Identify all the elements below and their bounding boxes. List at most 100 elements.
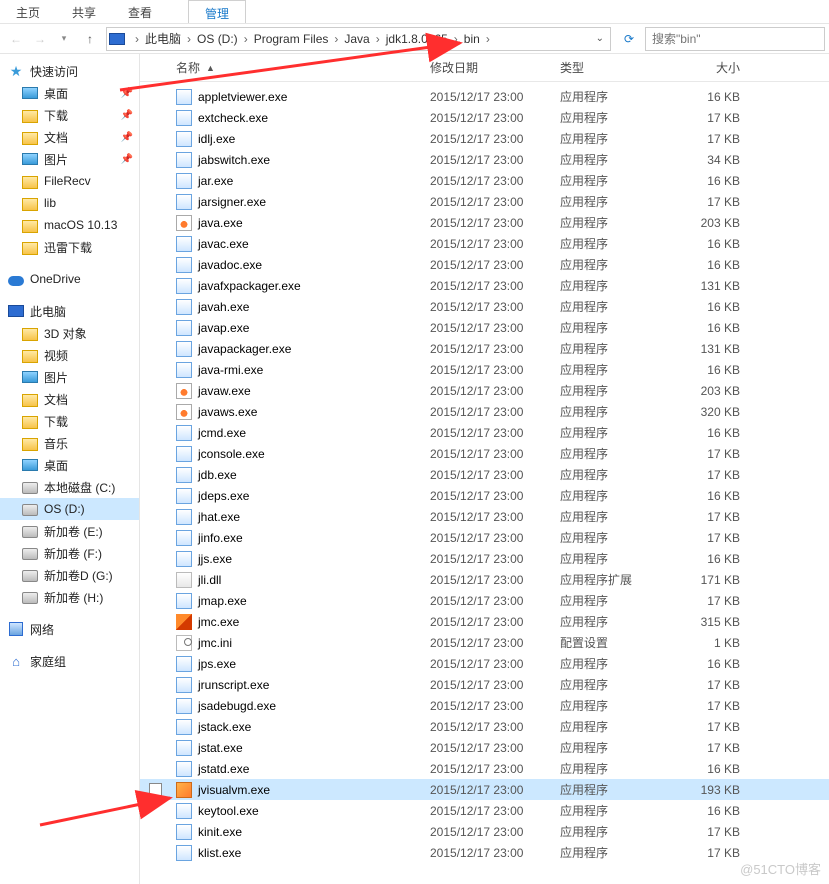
sidebar-item[interactable]: 新加卷 (E:) xyxy=(0,520,139,542)
file-row[interactable]: javadoc.exe2015/12/17 23:00应用程序16 KB xyxy=(140,254,829,275)
column-type[interactable]: 类型 xyxy=(560,59,670,76)
file-row[interactable]: javapackager.exe2015/12/17 23:00应用程序131 … xyxy=(140,338,829,359)
file-row[interactable]: kinit.exe2015/12/17 23:00应用程序17 KB xyxy=(140,821,829,842)
file-row[interactable]: javac.exe2015/12/17 23:00应用程序16 KB xyxy=(140,233,829,254)
file-row[interactable]: javaw.exe2015/12/17 23:00应用程序203 KB xyxy=(140,380,829,401)
column-size[interactable]: 大小 xyxy=(670,59,780,76)
tab-share[interactable]: 共享 xyxy=(56,0,112,23)
chevron-right-icon[interactable]: › xyxy=(372,32,384,46)
breadcrumb[interactable]: › 此电脑 › OS (D:)›Program Files›Java›jdk1.… xyxy=(106,27,611,51)
chevron-right-icon[interactable]: › xyxy=(482,32,494,46)
chevron-right-icon[interactable]: › xyxy=(240,32,252,46)
column-date[interactable]: 修改日期 xyxy=(430,59,560,76)
chevron-right-icon[interactable]: › xyxy=(450,32,462,46)
file-row[interactable]: jstatd.exe2015/12/17 23:00应用程序16 KB xyxy=(140,758,829,779)
sidebar-item[interactable]: 新加卷 (F:) xyxy=(0,542,139,564)
recent-dropdown[interactable]: ▾ xyxy=(52,27,76,51)
sidebar-item[interactable]: macOS 10.13 xyxy=(0,214,139,236)
search-input[interactable] xyxy=(652,32,818,46)
crumb-item[interactable]: jdk1.8.0_65 xyxy=(384,32,450,46)
sidebar-item[interactable]: 下载📌 xyxy=(0,104,139,126)
crumb-item[interactable]: Java xyxy=(342,32,371,46)
file-name: jps.exe xyxy=(198,657,236,671)
file-row[interactable]: jstack.exe2015/12/17 23:00应用程序17 KB xyxy=(140,716,829,737)
sidebar-network[interactable]: 网络 xyxy=(0,618,139,640)
file-row[interactable]: idlj.exe2015/12/17 23:00应用程序17 KB xyxy=(140,128,829,149)
file-row[interactable]: jvisualvm.exe2015/12/17 23:00应用程序193 KB xyxy=(140,779,829,800)
sidebar-onedrive[interactable]: OneDrive xyxy=(0,268,139,290)
sidebar-item[interactable]: lib xyxy=(0,192,139,214)
file-row[interactable]: javap.exe2015/12/17 23:00应用程序16 KB xyxy=(140,317,829,338)
file-row[interactable]: jmap.exe2015/12/17 23:00应用程序17 KB xyxy=(140,590,829,611)
column-name[interactable]: 名称▲ xyxy=(170,59,430,76)
sidebar-item[interactable]: 视频 xyxy=(0,344,139,366)
sidebar-quick-access[interactable]: ★ 快速访问 xyxy=(0,60,139,82)
sidebar-item[interactable]: 桌面📌 xyxy=(0,82,139,104)
file-row[interactable]: jar.exe2015/12/17 23:00应用程序16 KB xyxy=(140,170,829,191)
sidebar-item[interactable]: 图片 xyxy=(0,366,139,388)
file-row[interactable]: jabswitch.exe2015/12/17 23:00应用程序34 KB xyxy=(140,149,829,170)
file-row[interactable]: javah.exe2015/12/17 23:00应用程序16 KB xyxy=(140,296,829,317)
file-row[interactable]: keytool.exe2015/12/17 23:00应用程序16 KB xyxy=(140,800,829,821)
file-row[interactable]: jdb.exe2015/12/17 23:00应用程序17 KB xyxy=(140,464,829,485)
chevron-right-icon[interactable]: › xyxy=(330,32,342,46)
sidebar-item[interactable]: 文档 xyxy=(0,388,139,410)
up-button[interactable]: ↑ xyxy=(78,27,102,51)
file-row[interactable]: jdeps.exe2015/12/17 23:00应用程序16 KB xyxy=(140,485,829,506)
file-row[interactable]: klist.exe2015/12/17 23:00应用程序17 KB xyxy=(140,842,829,863)
file-row[interactable]: jli.dll2015/12/17 23:00应用程序扩展171 KB xyxy=(140,569,829,590)
sidebar-item[interactable]: FileRecv xyxy=(0,170,139,192)
file-row[interactable]: jcmd.exe2015/12/17 23:00应用程序16 KB xyxy=(140,422,829,443)
crumb-item[interactable]: OS (D:) xyxy=(195,32,240,46)
sidebar-item[interactable]: 桌面 xyxy=(0,454,139,476)
file-row[interactable]: javafxpackager.exe2015/12/17 23:00应用程序13… xyxy=(140,275,829,296)
tab-home[interactable]: 主页 xyxy=(0,0,56,23)
file-row[interactable]: jrunscript.exe2015/12/17 23:00应用程序17 KB xyxy=(140,674,829,695)
chevron-right-icon[interactable]: › xyxy=(183,32,195,46)
sidebar-item[interactable]: 3D 对象 xyxy=(0,322,139,344)
file-list[interactable]: appletviewer.exe2015/12/17 23:00应用程序16 K… xyxy=(140,82,829,884)
sidebar-item[interactable]: 图片📌 xyxy=(0,148,139,170)
file-row[interactable]: java.exe2015/12/17 23:00应用程序203 KB xyxy=(140,212,829,233)
refresh-button[interactable]: ⟳ xyxy=(617,27,641,51)
tab-manage[interactable]: 管理 xyxy=(188,0,246,23)
file-row[interactable]: jinfo.exe2015/12/17 23:00应用程序17 KB xyxy=(140,527,829,548)
file-name: jar.exe xyxy=(198,174,233,188)
file-size: 16 KB xyxy=(670,321,780,335)
search-box[interactable] xyxy=(645,27,825,51)
sidebar-homegroup[interactable]: ⌂ 家庭组 xyxy=(0,650,139,672)
sidebar-item[interactable]: 新加卷D (G:) xyxy=(0,564,139,586)
file-row[interactable]: jps.exe2015/12/17 23:00应用程序16 KB xyxy=(140,653,829,674)
file-row[interactable]: java-rmi.exe2015/12/17 23:00应用程序16 KB xyxy=(140,359,829,380)
file-row[interactable]: jmc.exe2015/12/17 23:00应用程序315 KB xyxy=(140,611,829,632)
file-row[interactable]: extcheck.exe2015/12/17 23:00应用程序17 KB xyxy=(140,107,829,128)
file-row[interactable]: jmc.ini2015/12/17 23:00配置设置1 KB xyxy=(140,632,829,653)
file-name: jmc.ini xyxy=(198,636,232,650)
file-row[interactable]: jconsole.exe2015/12/17 23:00应用程序17 KB xyxy=(140,443,829,464)
file-row[interactable]: jstat.exe2015/12/17 23:00应用程序17 KB xyxy=(140,737,829,758)
sidebar-item[interactable]: 文档📌 xyxy=(0,126,139,148)
crumb-item[interactable]: Program Files xyxy=(252,32,331,46)
chevron-right-icon[interactable]: › xyxy=(131,32,143,46)
file-row[interactable]: appletviewer.exe2015/12/17 23:00应用程序16 K… xyxy=(140,86,829,107)
sidebar-item[interactable]: 新加卷 (H:) xyxy=(0,586,139,608)
sidebar-item-label: 3D 对象 xyxy=(44,325,87,342)
tab-view[interactable]: 查看 xyxy=(112,0,168,23)
sidebar-item[interactable]: 音乐 xyxy=(0,432,139,454)
file-row[interactable]: jhat.exe2015/12/17 23:00应用程序17 KB xyxy=(140,506,829,527)
breadcrumb-dropdown[interactable]: ⌄ xyxy=(592,33,608,44)
file-row[interactable]: jarsigner.exe2015/12/17 23:00应用程序17 KB xyxy=(140,191,829,212)
checkbox[interactable] xyxy=(149,783,162,796)
sidebar-item[interactable]: OS (D:) xyxy=(0,498,139,520)
crumb-pc[interactable]: 此电脑 xyxy=(143,30,183,47)
sidebar-item[interactable]: 迅雷下载 xyxy=(0,236,139,258)
crumb-item[interactable]: bin xyxy=(462,32,482,46)
forward-button[interactable]: → xyxy=(28,27,52,51)
sidebar-item[interactable]: 下载 xyxy=(0,410,139,432)
file-row[interactable]: jjs.exe2015/12/17 23:00应用程序16 KB xyxy=(140,548,829,569)
file-row[interactable]: javaws.exe2015/12/17 23:00应用程序320 KB xyxy=(140,401,829,422)
sidebar-item[interactable]: 本地磁盘 (C:) xyxy=(0,476,139,498)
sidebar-this-pc[interactable]: 此电脑 xyxy=(0,300,139,322)
back-button[interactable]: ← xyxy=(4,27,28,51)
file-row[interactable]: jsadebugd.exe2015/12/17 23:00应用程序17 KB xyxy=(140,695,829,716)
